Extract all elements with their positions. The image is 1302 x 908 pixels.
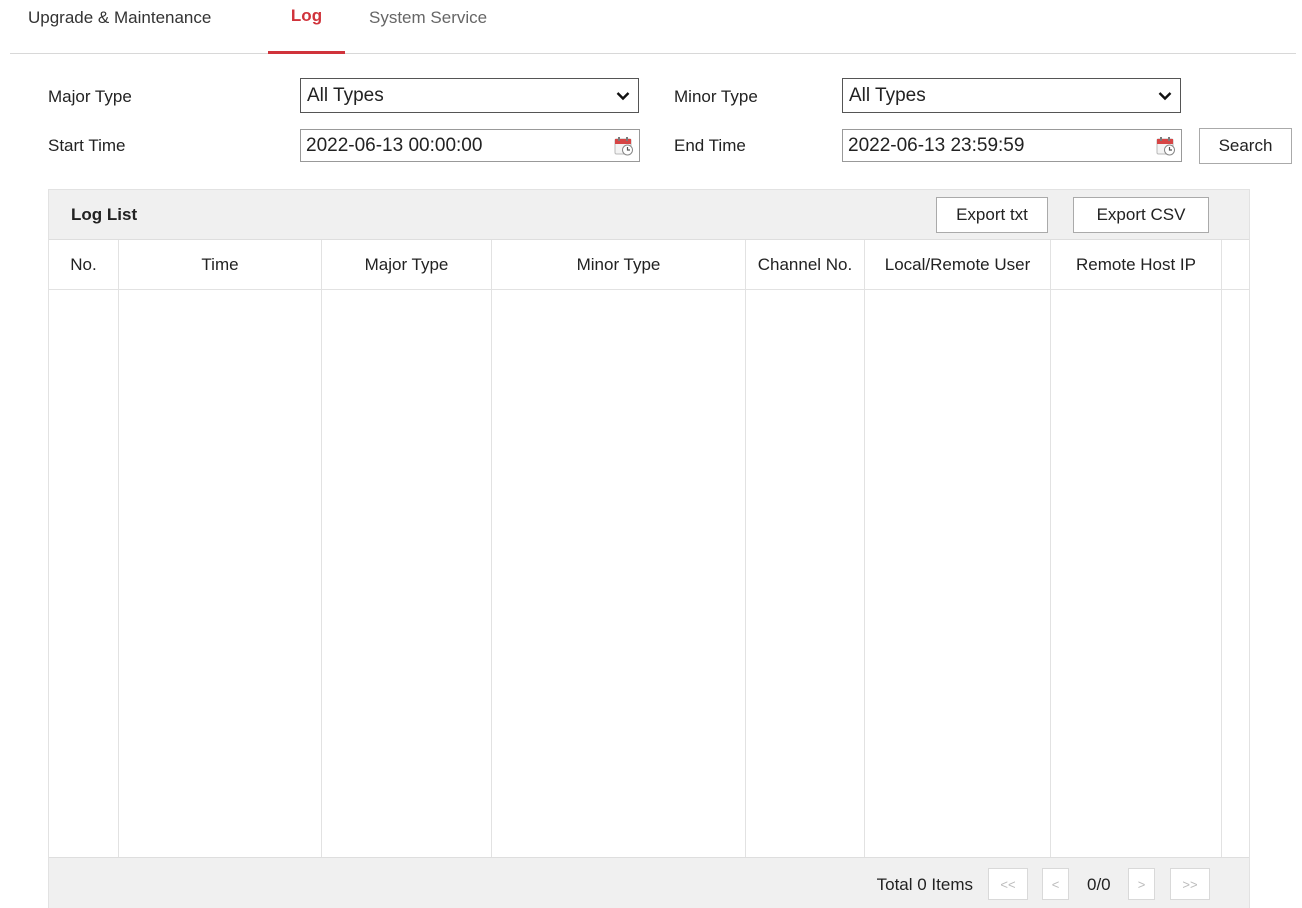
column-header-time[interactable]: Time xyxy=(119,240,321,290)
minor-type-select[interactable]: All Types xyxy=(842,78,1181,113)
major-type-select[interactable]: All Types xyxy=(300,78,639,113)
next-page-button[interactable]: > xyxy=(1128,868,1155,900)
log-list-title: Log List xyxy=(71,205,138,224)
minor-type-value: All Types xyxy=(849,84,926,106)
calendar-icon[interactable] xyxy=(609,134,639,158)
chevron-down-icon xyxy=(608,91,638,101)
major-type-value: All Types xyxy=(307,84,384,106)
start-time-input[interactable]: 2022-06-13 00:00:00 xyxy=(300,129,640,162)
column-header-major-type[interactable]: Major Type xyxy=(322,240,491,290)
column-no: No. xyxy=(49,240,119,857)
search-button[interactable]: Search xyxy=(1199,128,1292,164)
column-channel-no: Channel No. xyxy=(746,240,865,857)
last-page-button[interactable]: >> xyxy=(1170,868,1210,900)
tab-upgrade-maintenance[interactable]: Upgrade & Maintenance xyxy=(28,8,211,54)
column-header-remote-host-ip[interactable]: Remote Host IP xyxy=(1051,240,1221,290)
tab-bar: Upgrade & Maintenance Log System Service xyxy=(10,0,1296,54)
export-txt-button[interactable]: Export txt xyxy=(936,197,1048,233)
log-list-header: Log List Export txt Export CSV xyxy=(49,190,1249,240)
total-items: Total 0 Items xyxy=(876,875,973,894)
end-time-label: End Time xyxy=(674,136,746,155)
pagination-bar: Total 0 Items << < 0/0 > >> xyxy=(49,857,1249,908)
chevron-down-icon xyxy=(1150,91,1180,101)
export-csv-button[interactable]: Export CSV xyxy=(1073,197,1209,233)
end-time-input[interactable]: 2022-06-13 23:59:59 xyxy=(842,129,1182,162)
page-indicator: 0/0 xyxy=(1087,875,1111,894)
prev-page-button[interactable]: < xyxy=(1042,868,1069,900)
column-minor-type: Minor Type xyxy=(492,240,746,857)
calendar-icon[interactable] xyxy=(1151,134,1181,158)
end-time-value: 2022-06-13 23:59:59 xyxy=(848,134,1025,156)
start-time-value: 2022-06-13 00:00:00 xyxy=(306,134,483,156)
tab-log[interactable]: Log xyxy=(268,6,345,54)
log-list-panel: Log List Export txt Export CSV No. Time … xyxy=(48,189,1250,908)
major-type-label: Major Type xyxy=(48,87,132,106)
column-header-channel-no[interactable]: Channel No. xyxy=(746,240,864,290)
first-page-button[interactable]: << xyxy=(988,868,1028,900)
column-header-no[interactable]: No. xyxy=(49,240,118,290)
column-header-local-remote-user[interactable]: Local/Remote User xyxy=(865,240,1050,290)
start-time-label: Start Time xyxy=(48,136,126,155)
tab-system-service[interactable]: System Service xyxy=(369,8,487,54)
column-major-type: Major Type xyxy=(322,240,492,857)
column-header-minor-type[interactable]: Minor Type xyxy=(492,240,745,290)
minor-type-label: Minor Type xyxy=(674,87,758,106)
column-local-remote-user: Local/Remote User xyxy=(865,240,1051,857)
column-time: Time xyxy=(119,240,322,857)
column-remote-host-ip: Remote Host IP xyxy=(1051,240,1222,857)
